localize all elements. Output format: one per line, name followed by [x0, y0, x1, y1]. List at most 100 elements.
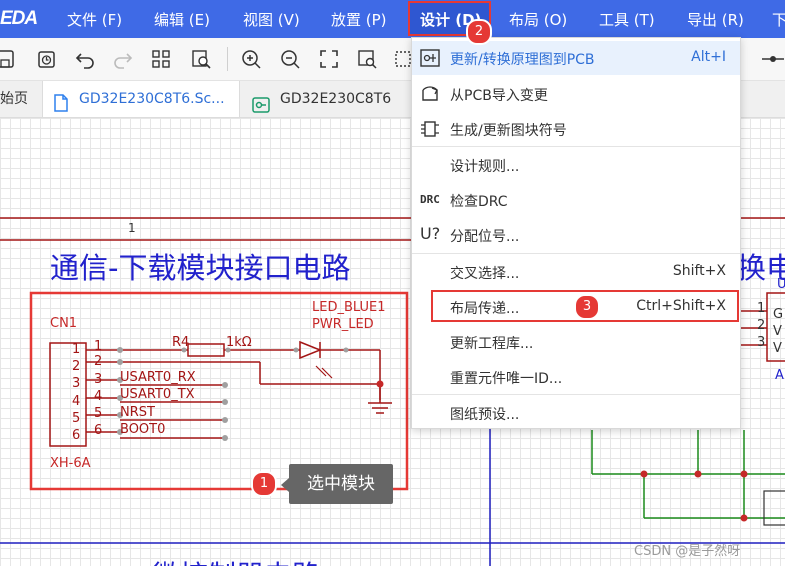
document-icon	[53, 90, 69, 112]
select-module-tooltip: 选中模块	[289, 464, 393, 504]
tab-pcb[interactable]: GD32E230C8T6	[240, 81, 410, 117]
import-icon	[420, 85, 440, 103]
symbol-icon	[420, 120, 440, 138]
tab-label: 始页	[0, 91, 28, 107]
menu-item-reset-unique-id[interactable]: 重置元件唯一ID...	[412, 360, 740, 394]
menu-layout[interactable]: 布局 (O)	[509, 9, 567, 30]
pin-number: 6	[72, 428, 81, 443]
led-symbol	[299, 340, 323, 360]
redo-icon[interactable]	[112, 48, 134, 70]
led-net[interactable]: PWR_LED	[312, 317, 374, 332]
menu-item-shortcut: Alt+I	[691, 49, 726, 65]
chip-pin-name: V	[773, 324, 782, 339]
tab-schematic[interactable]: GD32E230C8T6.Sc...	[43, 81, 240, 117]
undo-icon[interactable]	[74, 48, 96, 70]
pin-number: 2	[72, 359, 81, 374]
chip-name[interactable]: A	[775, 368, 784, 383]
toolbar-divider	[227, 47, 228, 71]
drc-icon: DRC	[420, 193, 440, 206]
ground-symbol	[368, 402, 392, 414]
menu-item-import-from-pcb[interactable]: 从PCB导入变更	[412, 77, 740, 111]
save-icon[interactable]	[0, 48, 16, 70]
green-wires	[591, 430, 785, 519]
menu-item-label: 图纸预设...	[450, 407, 520, 423]
menu-item-update-project-library[interactable]: 更新工程库...	[412, 325, 740, 359]
menu-item-shortcut: Shift+X	[672, 263, 726, 279]
chip-pin-number: 1	[757, 301, 766, 316]
chip-ref[interactable]: U	[777, 277, 785, 292]
grid-icon[interactable]	[150, 48, 172, 70]
menu-bar: EDA 文件 (F) 编辑 (E) 视图 (V) 放置 (P) 设计 (D) 布…	[0, 0, 785, 38]
zoom-area-icon[interactable]	[356, 48, 378, 70]
menu-item-label: 设计规则...	[450, 159, 520, 175]
menu-place[interactable]: 放置 (P)	[331, 9, 387, 30]
pin-number: 6	[94, 423, 103, 438]
menu-item-label: 生成/更新图块符号	[450, 123, 567, 139]
step-badge-2: 2	[466, 19, 492, 45]
net-label[interactable]: USART0_TX	[120, 387, 195, 402]
design-menu-dropdown: 更新/转换原理图到PCB Alt+I 从PCB导入变更 生成/更新图块符号 设计…	[411, 37, 741, 429]
net-label[interactable]: BOOT0	[120, 422, 165, 437]
designator-icon: U?	[420, 224, 441, 243]
menu-edit[interactable]: 编辑 (E)	[154, 9, 210, 30]
menu-file[interactable]: 文件 (F)	[67, 9, 122, 30]
menu-item-label: 从PCB导入变更	[450, 88, 548, 104]
menu-item-label: 检查DRC	[450, 194, 508, 210]
menu-separator	[412, 146, 740, 147]
pin-number: 3	[72, 376, 81, 391]
chip-pin-name: V	[773, 341, 782, 356]
pin-number: 5	[72, 411, 81, 426]
menu-item-shortcut: Ctrl+Shift+X	[636, 298, 726, 314]
fit-icon[interactable]	[318, 48, 340, 70]
menu-item-label: 重置元件唯一ID...	[450, 371, 563, 387]
menu-item-label: 更新工程库...	[450, 336, 534, 352]
connector-body	[49, 342, 87, 447]
component-outline	[763, 490, 785, 526]
tab-label: GD32E230C8T6.Sc...	[79, 91, 225, 107]
menu-view[interactable]: 视图 (V)	[243, 9, 300, 30]
app-logo: EDA	[0, 8, 38, 29]
menu-tools[interactable]: 工具 (T)	[599, 9, 655, 30]
tab-start-page[interactable]: 始页	[0, 81, 43, 117]
chip-pin-number: 3	[757, 335, 766, 350]
menu-item-sheet-presets[interactable]: 图纸预设...	[412, 396, 740, 430]
menu-separator	[412, 253, 740, 254]
step-badge-3: 3	[574, 294, 600, 320]
net-label[interactable]: NRST	[120, 405, 155, 420]
pcb-icon	[252, 91, 270, 113]
menu-item-generate-symbol[interactable]: 生成/更新图块符号	[412, 112, 740, 146]
net-label[interactable]: USART0_RX	[120, 370, 196, 385]
wire-icon[interactable]	[762, 48, 784, 70]
menu-item-design-rules[interactable]: 设计规则...	[412, 148, 740, 182]
pin-number: 5	[94, 406, 103, 421]
menu-item-update-pcb[interactable]: 更新/转换原理图到PCB Alt+I	[412, 41, 740, 75]
menu-separator	[412, 394, 740, 395]
menu-item-assign-designator[interactable]: U? 分配位号...	[412, 218, 740, 252]
menu-item-label: 分配位号...	[450, 229, 520, 245]
resistor-value[interactable]: 1kΩ	[226, 335, 252, 350]
menu-item-check-drc[interactable]: DRC 检查DRC	[412, 183, 740, 217]
pin-number: 2	[94, 354, 103, 369]
step-badge-1: 1	[251, 471, 277, 497]
pin-number: 3	[94, 372, 103, 387]
zoom-out-icon[interactable]	[279, 48, 301, 70]
menu-item-label: 交叉选择...	[450, 266, 520, 282]
zoom-in-icon[interactable]	[240, 48, 262, 70]
connector-ref[interactable]: CN1	[50, 316, 77, 331]
menu-item-cross-select[interactable]: 交叉选择... Shift+X	[412, 255, 740, 289]
menu-item-label: 更新/转换原理图到PCB	[450, 52, 595, 68]
menu-more[interactable]: 下	[772, 9, 785, 30]
block-title: 通信-下载模块接口电路	[50, 251, 351, 285]
menu-export[interactable]: 导出 (R)	[687, 9, 744, 30]
frame-number: 1	[128, 221, 136, 235]
resistor-ref[interactable]: R4	[172, 335, 189, 350]
update-pcb-icon	[420, 49, 440, 67]
connector-name[interactable]: XH-6A	[50, 456, 91, 471]
resistor-r4	[187, 343, 225, 357]
junction-dots	[376, 380, 384, 388]
find-icon[interactable]	[190, 48, 212, 70]
chip-pin-number: 2	[757, 318, 766, 333]
save-all-icon[interactable]	[36, 48, 58, 70]
led-ref[interactable]: LED_BLUE1	[312, 300, 385, 315]
pin-number: 1	[94, 339, 103, 354]
